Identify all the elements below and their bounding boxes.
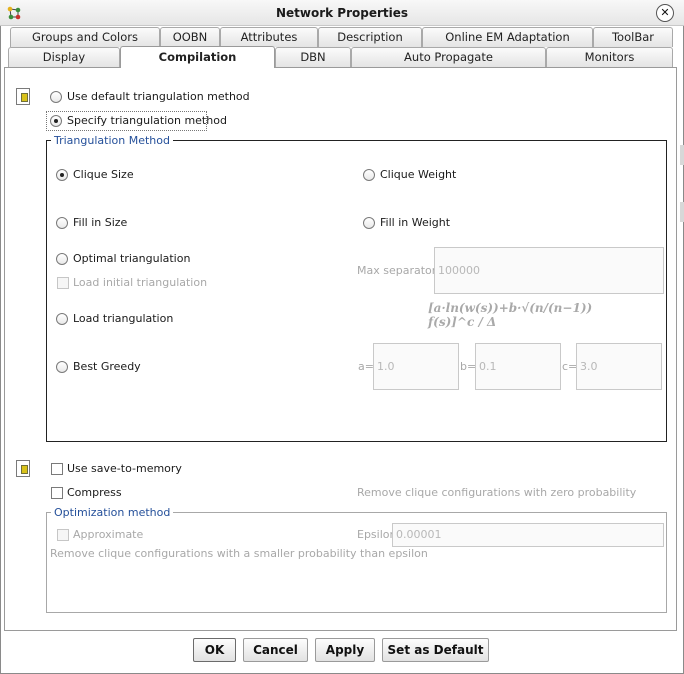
b-param-label: b= (460, 360, 477, 373)
apply-button[interactable]: Apply (315, 638, 375, 662)
optimization-method-legend: Optimization method (51, 506, 174, 519)
load-initial-triangulation-label: Load initial triangulation (73, 276, 208, 289)
clique-size-radio[interactable] (56, 169, 68, 181)
best-greedy-radio[interactable] (56, 361, 68, 373)
right-edge-fragment (680, 145, 684, 165)
use-default-triangulation-label: Use default triangulation method (67, 90, 250, 103)
tab-description[interactable]: Description (318, 27, 422, 47)
clique-weight-radio[interactable] (363, 169, 375, 181)
memory-help-note-icon[interactable] (16, 460, 30, 477)
use-save-to-memory-checkbox[interactable] (51, 463, 63, 475)
set-as-default-button[interactable]: Set as Default (382, 638, 489, 662)
compress-checkbox[interactable] (51, 487, 63, 499)
fill-in-size-radio[interactable] (56, 217, 68, 229)
tab-online-em-adaptation[interactable]: Online EM Adaptation (422, 27, 593, 47)
specify-triangulation-radio[interactable] (50, 115, 62, 127)
cancel-button[interactable]: Cancel (243, 638, 308, 662)
epsilon-field[interactable]: 0.00001 (392, 523, 664, 547)
close-icon[interactable]: ✕ (656, 4, 674, 22)
a-param-field[interactable]: 1.0 (373, 343, 459, 390)
fill-in-weight-radio[interactable] (363, 217, 375, 229)
right-edge-fragment (680, 202, 684, 222)
tab-monitors[interactable]: Monitors (546, 47, 673, 67)
use-default-triangulation-radio[interactable] (50, 91, 62, 103)
compress-hint: Remove clique configurations with zero p… (357, 486, 637, 499)
tab-display[interactable]: Display (8, 47, 120, 67)
load-triangulation-label: Load triangulation (73, 312, 174, 325)
triangulation-formula: [a·ln(w(s))+b·√(n/(n−1)) f(s)]^c / Δ (428, 301, 593, 329)
epsilon-label: Epsilon (357, 528, 397, 541)
optimization-hint: Remove clique configurations with a smal… (50, 547, 428, 560)
b-param-field[interactable]: 0.1 (475, 343, 561, 390)
approximate-label: Approximate (73, 528, 144, 541)
a-param-label: a= (358, 360, 374, 373)
tab-groups-and-colors[interactable]: Groups and Colors (10, 27, 160, 47)
tab-attributes[interactable]: Attributes (220, 27, 318, 47)
c-param-field[interactable]: 3.0 (576, 343, 662, 390)
tab-dbn[interactable]: DBN (275, 47, 351, 67)
load-triangulation-radio[interactable] (56, 313, 68, 325)
triangulation-method-legend: Triangulation Method (51, 134, 173, 147)
c-param-label: c= (562, 360, 578, 373)
load-initial-triangulation-checkbox[interactable] (57, 277, 69, 289)
approximate-checkbox[interactable] (57, 529, 69, 541)
fill-in-weight-label: Fill in Weight (380, 216, 451, 229)
tab-auto-propagate[interactable]: Auto Propagate (351, 47, 546, 67)
tab-oobn[interactable]: OOBN (160, 27, 220, 47)
dialog-title: Network Properties (275, 6, 409, 20)
fill-in-size-label: Fill in Size (73, 216, 128, 229)
tab-toolbar[interactable]: ToolBar (593, 27, 673, 47)
compress-label: Compress (67, 486, 122, 499)
clique-size-label: Clique Size (73, 168, 134, 181)
optimal-triangulation-label: Optimal triangulation (73, 252, 191, 265)
help-note-icon[interactable] (16, 88, 30, 105)
tab-compilation[interactable]: Compilation (120, 46, 275, 68)
optimal-triangulation-radio[interactable] (56, 253, 68, 265)
ok-button[interactable]: OK (193, 638, 236, 662)
use-save-to-memory-label: Use save-to-memory (67, 462, 182, 475)
best-greedy-label: Best Greedy (73, 360, 141, 373)
clique-weight-label: Clique Weight (380, 168, 457, 181)
max-separators-field[interactable]: 100000 (434, 247, 664, 294)
max-separators-label: Max separators (357, 264, 443, 277)
specify-triangulation-label: Specify triangulation method (67, 114, 227, 127)
